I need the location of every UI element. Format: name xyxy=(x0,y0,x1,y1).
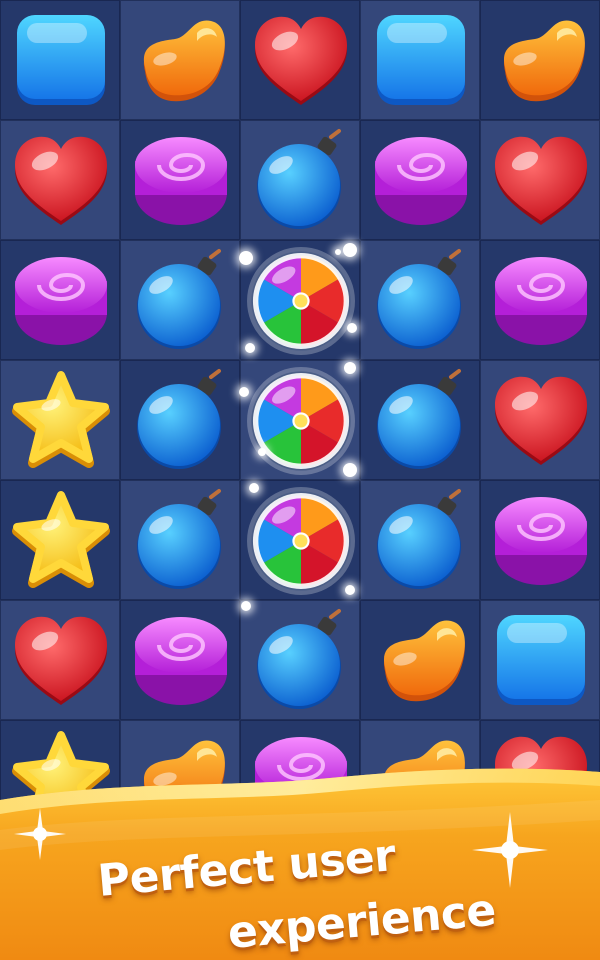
board-cell[interactable] xyxy=(0,0,120,120)
promo-banner: Perfect user experience xyxy=(0,760,600,960)
rainbow-ball-candy[interactable] xyxy=(247,367,355,475)
board-cell[interactable] xyxy=(480,600,600,720)
board-cell[interactable] xyxy=(120,600,240,720)
blue-square-candy[interactable] xyxy=(371,11,471,111)
board-cell[interactable] xyxy=(0,360,120,480)
sparkle-icon xyxy=(14,808,66,860)
blue-square-candy[interactable] xyxy=(11,11,111,111)
red-heart-candy[interactable] xyxy=(11,611,111,711)
board-cell[interactable] xyxy=(0,240,120,360)
orange-jelly-candy[interactable] xyxy=(491,11,591,111)
blue-bomb-candy[interactable] xyxy=(371,489,471,591)
board-cell[interactable] xyxy=(360,600,480,720)
rainbow-ball-candy[interactable] xyxy=(247,487,355,595)
board-cell[interactable] xyxy=(0,120,120,240)
purple-swirl-candy[interactable] xyxy=(131,611,231,711)
board-cell[interactable] xyxy=(240,0,360,120)
yellow-star-candy[interactable] xyxy=(11,371,111,471)
blue-bomb-candy[interactable] xyxy=(371,249,471,351)
orange-jelly-candy[interactable] xyxy=(131,11,231,111)
purple-swirl-candy[interactable] xyxy=(131,131,231,231)
sparkle-icon xyxy=(472,812,548,888)
purple-swirl-candy[interactable] xyxy=(491,251,591,351)
board-cell[interactable] xyxy=(120,120,240,240)
board-cell[interactable] xyxy=(240,600,360,720)
board-cell[interactable] xyxy=(360,360,480,480)
blue-bomb-candy[interactable] xyxy=(251,129,351,231)
board-cell[interactable] xyxy=(480,120,600,240)
board-cell[interactable] xyxy=(120,480,240,600)
board-cell[interactable] xyxy=(0,480,120,600)
red-heart-candy[interactable] xyxy=(251,11,351,111)
board-cell[interactable] xyxy=(240,480,360,600)
board-cell[interactable] xyxy=(360,240,480,360)
board-cell[interactable] xyxy=(120,360,240,480)
yellow-star-candy[interactable] xyxy=(11,491,111,591)
red-heart-candy[interactable] xyxy=(11,131,111,231)
board-cell[interactable] xyxy=(120,0,240,120)
blue-bomb-candy[interactable] xyxy=(251,609,351,711)
board-cell[interactable] xyxy=(480,480,600,600)
board-cell[interactable] xyxy=(360,120,480,240)
board-cell[interactable] xyxy=(480,240,600,360)
purple-swirl-candy[interactable] xyxy=(371,131,471,231)
board-cell[interactable] xyxy=(240,120,360,240)
board-cell[interactable] xyxy=(240,360,360,480)
blue-bomb-candy[interactable] xyxy=(371,369,471,471)
purple-swirl-candy[interactable] xyxy=(11,251,111,351)
blue-square-candy[interactable] xyxy=(491,611,591,711)
blue-bomb-candy[interactable] xyxy=(131,369,231,471)
board-cell[interactable] xyxy=(240,240,360,360)
rainbow-ball-candy[interactable] xyxy=(247,247,355,355)
blue-bomb-candy[interactable] xyxy=(131,489,231,591)
board-cell[interactable] xyxy=(360,480,480,600)
red-heart-candy[interactable] xyxy=(491,371,591,471)
board-cell[interactable] xyxy=(0,600,120,720)
purple-swirl-candy[interactable] xyxy=(491,491,591,591)
blue-bomb-candy[interactable] xyxy=(131,249,231,351)
board-cell[interactable] xyxy=(480,0,600,120)
game-screen: Perfect user experience xyxy=(0,0,600,960)
orange-jelly-candy[interactable] xyxy=(371,611,471,711)
board-cell[interactable] xyxy=(360,0,480,120)
board-cell[interactable] xyxy=(480,360,600,480)
red-heart-candy[interactable] xyxy=(491,131,591,231)
board-cell[interactable] xyxy=(120,240,240,360)
